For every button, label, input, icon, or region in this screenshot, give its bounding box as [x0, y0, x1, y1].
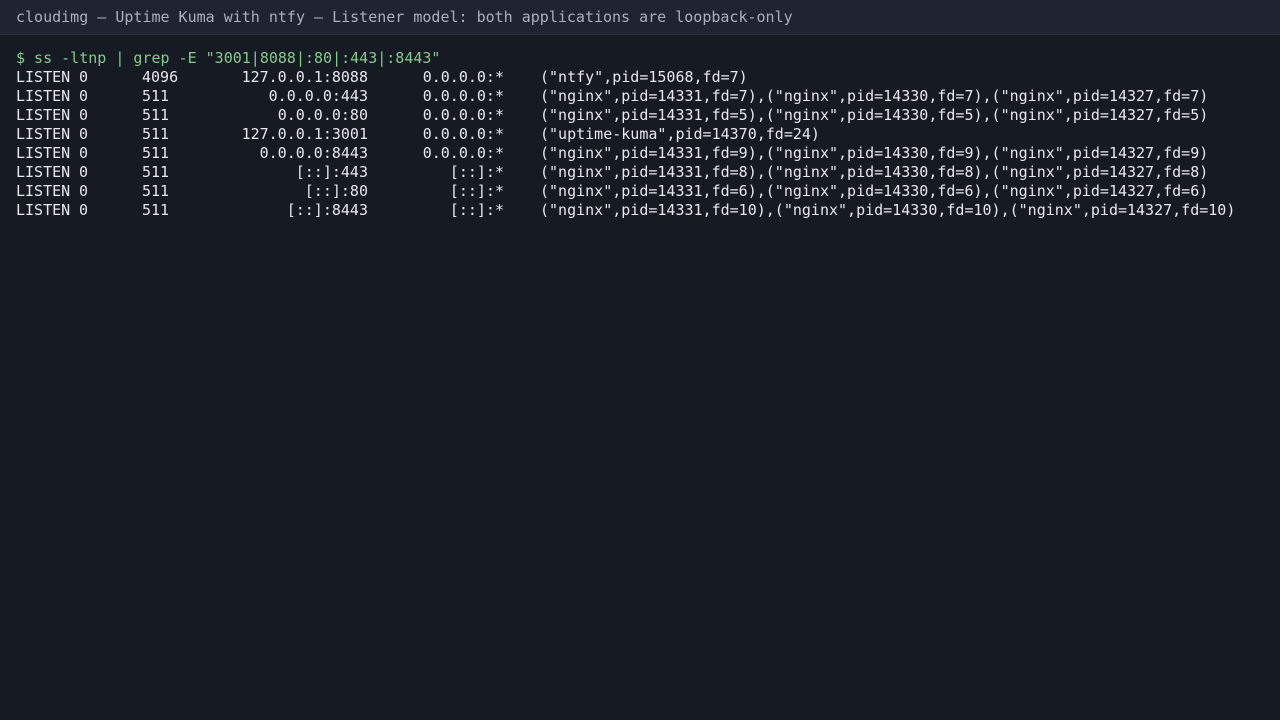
- process-cell: ("nginx",pid=14331,fd=6),("nginx",pid=14…: [540, 182, 1209, 200]
- table-row: LISTEN 0 511 [::]:443 [::]:* ("nginx",pi…: [16, 163, 1266, 182]
- recv-q-cell: 0: [79, 68, 89, 86]
- send-q-cell: 511: [142, 125, 170, 143]
- local-address-cell: 0.0.0.0:8443: [259, 144, 368, 162]
- recv-q-cell: 0: [79, 106, 89, 124]
- process-cell: ("nginx",pid=14331,fd=8),("nginx",pid=14…: [540, 163, 1209, 181]
- process-cell: ("ntfy",pid=15068,fd=7): [540, 68, 748, 86]
- terminal-output[interactable]: $ ss -ltnp | grep -E "3001|8088|:80|:443…: [16, 49, 1266, 220]
- state-cell: LISTEN: [16, 125, 71, 143]
- peer-address-cell: 0.0.0.0:*: [422, 87, 504, 105]
- local-address-cell: 0.0.0.0:80: [277, 106, 368, 124]
- recv-q-cell: 0: [79, 163, 89, 181]
- local-address-cell: 127.0.0.1:8088: [241, 68, 368, 86]
- recv-q-cell: 0: [79, 87, 89, 105]
- command-line: $ ss -ltnp | grep -E "3001|8088|:80|:443…: [16, 49, 441, 67]
- recv-q-cell: 0: [79, 201, 89, 219]
- table-row: LISTEN 0 511 127.0.0.1:3001 0.0.0.0:* ("…: [16, 125, 1266, 144]
- table-row: LISTEN 0 4096 127.0.0.1:8088 0.0.0.0:* (…: [16, 68, 1266, 87]
- table-row: LISTEN 0 511 [::]:80 [::]:* ("nginx",pid…: [16, 182, 1266, 201]
- send-q-cell: 511: [142, 144, 170, 162]
- peer-address-cell: [::]:*: [449, 163, 504, 181]
- table-row: LISTEN 0 511 0.0.0.0:80 0.0.0.0:* ("ngin…: [16, 106, 1266, 125]
- window-title: cloudimg — Uptime Kuma with ntfy — Liste…: [16, 8, 793, 26]
- peer-address-cell: [::]:*: [449, 182, 504, 200]
- send-q-cell: 511: [142, 182, 170, 200]
- process-cell: ("uptime-kuma",pid=14370,fd=24): [540, 125, 820, 143]
- process-cell: ("nginx",pid=14331,fd=9),("nginx",pid=14…: [540, 144, 1209, 162]
- peer-address-cell: 0.0.0.0:*: [422, 125, 504, 143]
- local-address-cell: [::]:443: [295, 163, 368, 181]
- state-cell: LISTEN: [16, 144, 71, 162]
- local-address-cell: [::]:80: [304, 182, 368, 200]
- peer-address-cell: [::]:*: [449, 201, 504, 219]
- peer-address-cell: 0.0.0.0:*: [422, 144, 504, 162]
- local-address-cell: 127.0.0.1:3001: [241, 125, 368, 143]
- process-cell: ("nginx",pid=14331,fd=10),("nginx",pid=1…: [540, 201, 1236, 219]
- send-q-cell: 4096: [142, 68, 179, 86]
- send-q-cell: 511: [142, 163, 170, 181]
- table-row: LISTEN 0 511 0.0.0.0:8443 0.0.0.0:* ("ng…: [16, 144, 1266, 163]
- peer-address-cell: 0.0.0.0:*: [422, 106, 504, 124]
- peer-address-cell: 0.0.0.0:*: [422, 68, 504, 86]
- state-cell: LISTEN: [16, 68, 71, 86]
- send-q-cell: 511: [142, 106, 170, 124]
- local-address-cell: 0.0.0.0:443: [268, 87, 368, 105]
- send-q-cell: 511: [142, 201, 170, 219]
- table-row: LISTEN 0 511 [::]:8443 [::]:* ("nginx",p…: [16, 201, 1266, 220]
- recv-q-cell: 0: [79, 144, 89, 162]
- state-cell: LISTEN: [16, 182, 71, 200]
- recv-q-cell: 0: [79, 182, 89, 200]
- process-cell: ("nginx",pid=14331,fd=7),("nginx",pid=14…: [540, 87, 1209, 105]
- state-cell: LISTEN: [16, 106, 71, 124]
- title-bar: cloudimg — Uptime Kuma with ntfy — Liste…: [0, 0, 1280, 35]
- state-cell: LISTEN: [16, 201, 71, 219]
- state-cell: LISTEN: [16, 163, 71, 181]
- process-cell: ("nginx",pid=14331,fd=5),("nginx",pid=14…: [540, 106, 1209, 124]
- table-row: LISTEN 0 511 0.0.0.0:443 0.0.0.0:* ("ngi…: [16, 87, 1266, 106]
- state-cell: LISTEN: [16, 87, 71, 105]
- recv-q-cell: 0: [79, 125, 89, 143]
- send-q-cell: 511: [142, 87, 170, 105]
- local-address-cell: [::]:8443: [286, 201, 368, 219]
